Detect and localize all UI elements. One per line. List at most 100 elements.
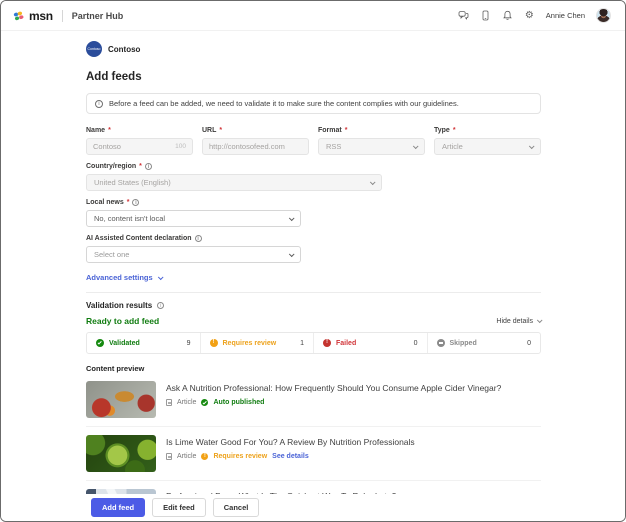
type-select-value: Article — [442, 142, 463, 151]
name-input: Contoso 100 — [86, 138, 193, 155]
device-icon[interactable] — [480, 10, 491, 21]
format-select: RSS — [318, 138, 425, 155]
local-news-label: Local news* i — [86, 199, 301, 206]
hide-details-label: Hide details — [496, 318, 533, 325]
required-mark: * — [108, 127, 111, 134]
see-details-link[interactable]: See details — [272, 453, 309, 460]
country-field-group: Country/region* i United States (English… — [86, 163, 382, 191]
content-preview-item: Is Lime Water Good For You? A Review By … — [86, 426, 541, 480]
validation-title: Validation results — [86, 301, 152, 310]
article-type: Article — [177, 453, 196, 460]
article-icon — [166, 453, 172, 460]
stat-count: 1 — [300, 340, 304, 347]
content-preview-title: Content preview — [86, 364, 541, 373]
error-circle-icon: ! — [323, 339, 331, 347]
name-label: Name* — [86, 127, 193, 134]
content-preview-item: Ask A Nutrition Professional: How Freque… — [86, 373, 541, 426]
brand-divider — [62, 10, 63, 22]
info-icon: i — [145, 163, 152, 170]
format-field-group: Format* RSS — [318, 127, 425, 155]
advanced-settings-label: Advanced settings — [86, 273, 153, 282]
type-label-text: Type — [434, 127, 450, 134]
skipped-circle-icon — [437, 339, 445, 347]
chevron-down-icon — [529, 143, 535, 149]
app-window: msn Partner Hub — [0, 0, 626, 522]
stat-label: Validated — [109, 340, 182, 347]
info-banner-text: Before a feed can be added, we need to v… — [109, 99, 459, 108]
ai-declaration-label: AI Assisted Content declaration i — [86, 235, 301, 242]
url-input-value: http://contosofeed.com — [209, 142, 285, 151]
brand: msn Partner Hub — [13, 9, 123, 23]
stat-validated: Validated 9 — [87, 333, 200, 353]
main-area: Contoso Contoso Add feeds i Before a fee… — [1, 31, 625, 496]
validation-stats: Validated 9 ! Requires review 1 ! Failed… — [86, 332, 541, 354]
article-status: Requires review — [213, 453, 267, 460]
feed-fields-row: Name* Contoso 100 URL* http://contosofee… — [86, 127, 541, 155]
local-news-field-group: Local news* i No, content isn't local — [86, 199, 301, 227]
user-name: Annie Chen — [546, 11, 585, 20]
stat-count: 0 — [527, 340, 531, 347]
country-label-text: Country/region — [86, 163, 136, 170]
edit-feed-button[interactable]: Edit feed — [152, 498, 206, 517]
type-select: Article — [434, 138, 541, 155]
stat-label: Failed — [336, 340, 409, 347]
gear-icon[interactable]: ⚙ — [524, 10, 535, 21]
url-label-text: URL — [202, 127, 216, 134]
article-thumbnail — [86, 435, 156, 472]
chevron-down-icon — [158, 274, 164, 280]
stat-failed: ! Failed 0 — [313, 333, 427, 353]
name-input-value: Contoso — [93, 142, 121, 151]
ai-declaration-label-text: AI Assisted Content declaration — [86, 235, 192, 242]
org-avatar-text: Contoso — [87, 47, 100, 51]
chevron-down-icon — [537, 317, 543, 323]
hide-details-toggle[interactable]: Hide details — [496, 318, 541, 325]
brand-name: msn — [29, 9, 53, 23]
article-type: Article — [177, 399, 196, 406]
warning-circle-icon: ! — [210, 339, 218, 347]
name-label-text: Name — [86, 127, 105, 134]
add-feed-button[interactable]: Add feed — [91, 498, 145, 517]
chevron-down-icon — [289, 215, 295, 221]
user-avatar[interactable] — [596, 8, 611, 23]
validation-section: Validation results i Ready to add feed H… — [86, 292, 541, 496]
check-circle-icon — [201, 399, 208, 406]
info-icon: i — [157, 302, 164, 309]
ai-declaration-select[interactable]: Select one — [86, 246, 301, 263]
cancel-button[interactable]: Cancel — [213, 498, 260, 517]
warning-circle-icon: ! — [201, 453, 208, 460]
msn-butterfly-icon — [13, 10, 24, 21]
stat-label: Skipped — [450, 340, 523, 347]
name-field-group: Name* Contoso 100 — [86, 127, 193, 155]
country-label: Country/region* i — [86, 163, 382, 170]
url-label: URL* — [202, 127, 309, 134]
info-banner: i Before a feed can be added, we need to… — [86, 93, 541, 114]
ai-declaration-field-group: AI Assisted Content declaration i Select… — [86, 235, 301, 263]
chevron-down-icon — [289, 251, 295, 257]
local-news-select-value: No, content isn't local — [94, 214, 165, 223]
footer-action-bar: Add feed Edit feed Cancel — [1, 494, 625, 521]
app-title: Partner Hub — [72, 11, 124, 21]
required-mark: * — [345, 127, 348, 134]
type-label: Type* — [434, 127, 541, 134]
page-title: Add feeds — [86, 71, 541, 83]
format-label: Format* — [318, 127, 425, 134]
org-avatar: Contoso — [86, 41, 102, 57]
url-input: http://contosofeed.com — [202, 138, 309, 155]
local-news-select[interactable]: No, content isn't local — [86, 210, 301, 227]
ai-declaration-select-value: Select one — [94, 250, 129, 259]
check-circle-icon — [96, 339, 104, 347]
validation-status: Ready to add feed — [86, 316, 159, 326]
info-icon: i — [195, 235, 202, 242]
bell-icon[interactable] — [502, 10, 513, 21]
name-char-counter: 100 — [175, 143, 186, 150]
stat-requires-review: ! Requires review 1 — [200, 333, 314, 353]
stat-count: 0 — [414, 340, 418, 347]
local-news-label-text: Local news — [86, 199, 124, 206]
required-mark: * — [219, 127, 222, 134]
org-row: Contoso Contoso — [86, 41, 541, 57]
required-mark: * — [453, 127, 456, 134]
format-label-text: Format — [318, 127, 342, 134]
feedback-icon[interactable] — [458, 10, 469, 21]
article-title: Is Lime Water Good For You? A Review By … — [166, 437, 415, 447]
advanced-settings-link[interactable]: Advanced settings — [86, 273, 162, 282]
